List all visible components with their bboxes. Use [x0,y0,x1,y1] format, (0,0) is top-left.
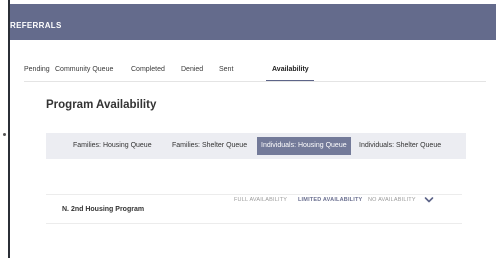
tab-denied[interactable]: Denied [181,66,203,73]
queue-filter-bar: Families: Housing Queue Families: Shelte… [46,133,466,159]
legend-limited-availability: LIMITED AVAILABILITY [298,197,363,203]
legend-full-availability: FULL AVAILABILITY [234,197,288,203]
filter-individuals-housing-queue[interactable]: Individuals: Housing Queue [257,137,351,155]
program-availability-row: N. 2nd Housing Program FULL AVAILABILITY… [46,194,462,224]
section-title: Program Availability [46,99,157,111]
filter-individuals-shelter-queue[interactable]: Individuals: Shelter Queue [355,137,445,155]
edge-marker [3,133,6,136]
tabs-divider [24,81,486,82]
filter-families-housing-queue[interactable]: Families: Housing Queue [69,137,156,155]
tab-completed[interactable]: Completed [131,66,165,73]
tab-community-queue[interactable]: Community Queue [55,66,113,73]
filter-families-shelter-queue[interactable]: Families: Shelter Queue [168,137,251,155]
tab-sent[interactable]: Sent [219,66,233,73]
chevron-down-icon[interactable] [424,196,434,204]
program-name: N. 2nd Housing Program [62,206,145,213]
header-title: REFERRALS [10,21,62,30]
app-header: REFERRALS [10,4,496,40]
tab-availability[interactable]: Availability [272,66,309,73]
tab-pending[interactable]: Pending [24,66,50,73]
legend-no-availability: NO AVAILABILITY [368,197,416,203]
